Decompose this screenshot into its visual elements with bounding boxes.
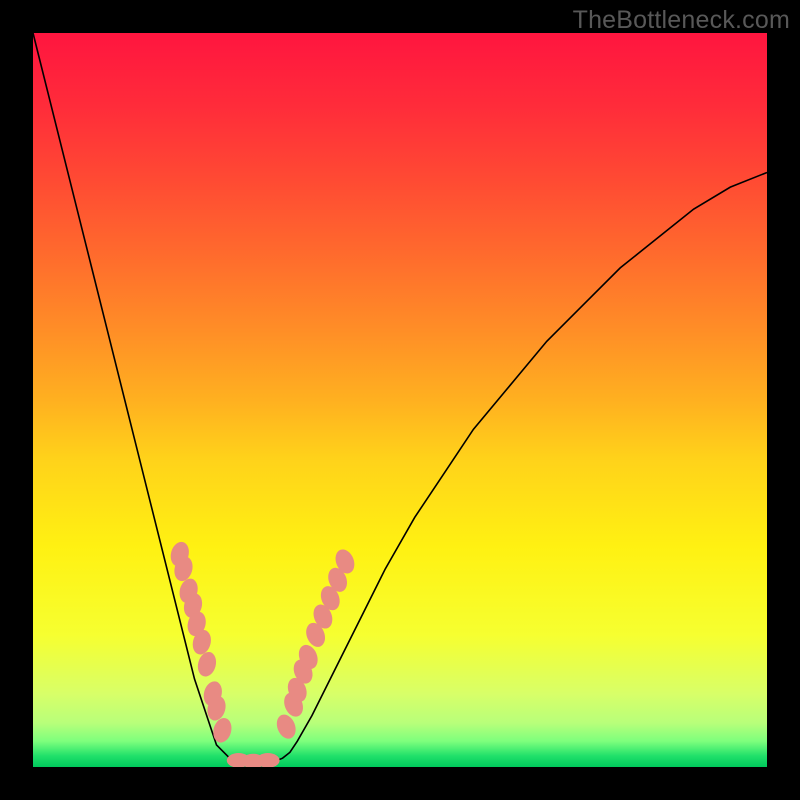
watermark-label: TheBottleneck.com: [573, 6, 790, 35]
bottleneck-chart: TheBottleneck.com: [0, 0, 800, 800]
chart-plot-area: [33, 33, 767, 767]
gradient-background: [33, 33, 767, 767]
